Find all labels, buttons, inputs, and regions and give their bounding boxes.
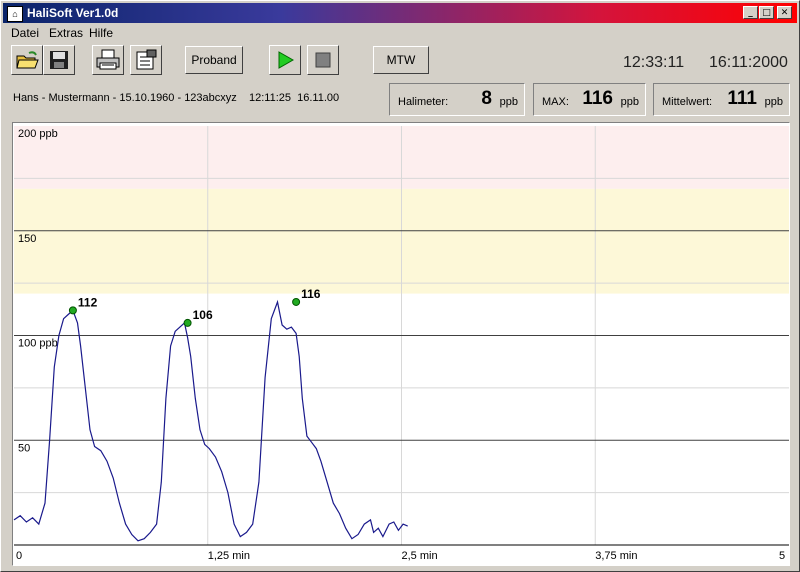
y-tick-label-1: 150 <box>18 233 36 245</box>
open-folder-icon <box>16 51 39 69</box>
halimeter-value: 8 <box>481 88 492 109</box>
peak-marker-0 <box>68 306 77 315</box>
x-tick-label-4: 5 <box>779 550 785 562</box>
menu-hilfe[interactable]: Hilfe <box>89 26 113 40</box>
menu-extras[interactable]: Extras <box>49 26 83 40</box>
mittelwert-box: Mittelwert: 111 ppb <box>653 83 790 116</box>
window-title: HaliSoft Ver1.0d <box>27 6 119 20</box>
chart-panel: 200 ppb 150 100 ppb 50 0 1,25 min 2,5 min 3,75 … <box>12 122 790 566</box>
peak-label-2: 116 <box>301 287 321 301</box>
minimize-button[interactable]: _ <box>743 6 758 19</box>
peak-label-1: 106 <box>193 308 213 322</box>
x-tick-label-1: 1,25 min <box>208 550 250 562</box>
patient-info: Hans - Mustermann - 15.10.1960 - 123abcx… <box>13 92 340 104</box>
close-button[interactable]: ✕ <box>777 6 792 19</box>
app-window: ⌂ HaliSoft Ver1.0d _ □ ✕ Datei Extras Hi… <box>0 0 800 572</box>
mittelwert-label: Mittelwert: <box>662 96 713 108</box>
max-value: 116 <box>582 88 613 109</box>
measurement-chart: 200 ppb 150 100 ppb 50 0 1,25 min 2,5 min 3,75 … <box>13 126 789 562</box>
stop-icon <box>315 52 331 68</box>
halimeter-unit: ppb <box>499 96 518 108</box>
menu-datei[interactable]: Datei <box>11 26 39 40</box>
proband-button[interactable]: Proband <box>185 46 243 74</box>
mtw-button[interactable]: MTW <box>373 46 429 74</box>
save-disk-icon <box>50 51 68 69</box>
halisoft-app-icon[interactable]: ⌂ <box>7 6 23 22</box>
print-button[interactable] <box>92 45 124 75</box>
y-tick-label-0: 200 ppb <box>18 128 58 140</box>
peak-marker-1 <box>183 318 192 327</box>
stop-button[interactable] <box>307 45 339 75</box>
peak-label-0: 112 <box>78 295 98 309</box>
x-tick-label-0: 0 <box>16 550 22 562</box>
clock-date: 16:11:2000 <box>709 54 788 71</box>
mittelwert-value: 111 <box>727 88 757 109</box>
y-tick-label-2: 100 ppb <box>18 338 58 350</box>
y-tick-label-3: 50 <box>18 442 30 454</box>
play-icon <box>278 51 294 69</box>
printer-icon <box>96 49 120 70</box>
max-box: MAX: 116 ppb <box>533 83 646 116</box>
save-button[interactable] <box>43 45 75 75</box>
max-label: MAX: <box>542 96 569 108</box>
start-button[interactable] <box>269 45 301 75</box>
x-tick-label-2: 2,5 min <box>402 550 438 562</box>
title-bar[interactable]: ⌂ HaliSoft Ver1.0d _ □ ✕ <box>3 3 797 23</box>
maximize-button[interactable]: □ <box>759 6 774 19</box>
max-unit: ppb <box>620 96 639 108</box>
peak-marker-2 <box>292 297 301 306</box>
halimeter-label: Halimeter: <box>398 96 449 108</box>
open-button[interactable] <box>11 45 43 75</box>
halimeter-box: Halimeter: 8 ppb <box>389 83 525 116</box>
settings-icon <box>136 49 157 70</box>
settings-button[interactable] <box>130 45 162 75</box>
x-tick-label-3: 3,75 min <box>595 550 637 562</box>
clock-time: 12:33:11 <box>623 54 685 71</box>
measurement-trace-0 <box>13 299 408 542</box>
mittelwert-unit: ppb <box>764 96 783 108</box>
menu-bar: Datei Extras Hilfe <box>3 23 797 41</box>
